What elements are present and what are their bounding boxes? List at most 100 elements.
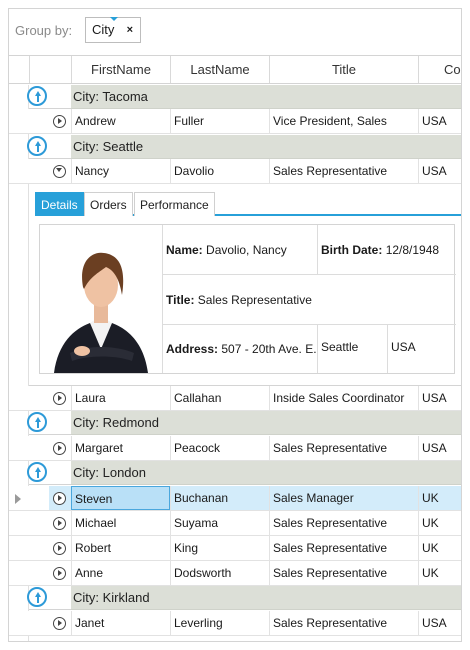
group-row-seattle[interactable]: City: Seattle (9, 135, 461, 159)
expand-cell[interactable] (49, 486, 71, 510)
cell-lastname[interactable]: Fuller (170, 109, 269, 133)
expand-cell[interactable] (49, 386, 71, 410)
group-chip-city[interactable]: City × (85, 17, 141, 43)
group-row-london[interactable]: City: London (9, 461, 461, 485)
birth-date-value: 12/8/1948 (385, 243, 440, 257)
expand-cell[interactable] (49, 159, 71, 183)
column-header-title[interactable]: Title (269, 56, 418, 83)
cell-title[interactable]: Sales Representative (269, 159, 418, 183)
cell-firstname[interactable]: Michael (71, 511, 170, 535)
name-label: Name: (166, 243, 203, 257)
cell-firstname[interactable]: Margaret (71, 436, 170, 460)
title-field: Title: Sales Representative (162, 275, 456, 325)
collapse-group-icon[interactable] (27, 136, 47, 156)
expand-cell[interactable] (49, 611, 71, 635)
table-row[interactable]: Robert King Sales Representative UK (9, 536, 461, 561)
cell-title[interactable]: Sales Representative (269, 511, 418, 535)
cell-firstname[interactable]: Nancy (71, 159, 170, 183)
collapse-row-icon[interactable] (53, 165, 66, 178)
cell-lastname[interactable]: Callahan (170, 386, 269, 410)
collapse-group-icon[interactable] (27, 587, 47, 607)
expand-row-icon[interactable] (53, 542, 66, 555)
expand-row-icon[interactable] (53, 392, 66, 405)
cell-firstname[interactable]: Janet (71, 611, 170, 635)
country-field: USA (387, 325, 456, 373)
table-row[interactable]: Anne Dodsworth Sales Representative UK (9, 561, 461, 586)
cell-firstname[interactable]: Anne (71, 561, 170, 585)
group-row-kirkland[interactable]: City: Kirkland (9, 586, 461, 610)
sort-descending-icon (110, 17, 118, 21)
cell-country[interactable]: UK (418, 536, 461, 560)
cell-firstname[interactable]: Robert (71, 536, 170, 560)
title-label: Title: (166, 293, 195, 307)
cell-title[interactable]: Sales Manager (269, 486, 418, 510)
expand-row-icon[interactable] (53, 442, 66, 455)
cell-firstname[interactable]: Andrew (71, 109, 170, 133)
table-row[interactable]: Janet Leverling Sales Representative USA (9, 611, 461, 636)
tab-performance[interactable]: Performance (134, 192, 215, 216)
name-field: Name: Davolio, Nancy (162, 225, 317, 275)
cell-lastname[interactable]: Davolio (170, 159, 269, 183)
expand-cell[interactable] (49, 436, 71, 460)
table-row[interactable]: Andrew Fuller Vice President, Sales USA (9, 109, 461, 134)
cell-title[interactable]: Inside Sales Coordinator (269, 386, 418, 410)
table-row[interactable]: Nancy Davolio Sales Representative USA (9, 159, 461, 184)
group-row-redmond[interactable]: City: Redmond (9, 411, 461, 435)
table-row[interactable]: Laura Callahan Inside Sales Coordinator … (9, 386, 461, 411)
cell-country[interactable]: USA (418, 386, 461, 410)
cell-lastname[interactable]: Leverling (170, 611, 269, 635)
column-header-lastname[interactable]: LastName (170, 56, 269, 83)
cell-title[interactable]: Sales Representative (269, 561, 418, 585)
cell-title[interactable]: Sales Representative (269, 611, 418, 635)
current-row-indicator-icon (15, 494, 21, 504)
table-row[interactable]: Margaret Peacock Sales Representative US… (9, 436, 461, 461)
row-details-panel: Details Orders Performance Name: Davolio… (29, 186, 461, 386)
column-header-firstname[interactable]: FirstName (71, 56, 170, 83)
cell-firstname[interactable]: Steven (71, 486, 170, 510)
cell-lastname[interactable]: King (170, 536, 269, 560)
cell-title[interactable]: Sales Representative (269, 536, 418, 560)
cell-lastname[interactable]: Dodsworth (170, 561, 269, 585)
expand-cell[interactable] (49, 561, 71, 585)
expand-row-icon[interactable] (53, 517, 66, 530)
group-label: City: Tacoma (73, 89, 148, 104)
tab-orders[interactable]: Orders (84, 192, 133, 216)
table-row[interactable]: Michael Suyama Sales Representative UK (9, 511, 461, 536)
table-row-selected[interactable]: Steven Buchanan Sales Manager UK (9, 486, 461, 511)
tab-details[interactable]: Details (35, 192, 84, 216)
collapse-group-icon[interactable] (27, 462, 47, 482)
employee-photo (40, 225, 162, 373)
cell-country[interactable]: UK (418, 486, 461, 510)
collapse-group-icon[interactable] (27, 86, 47, 106)
header-indicator-cell (9, 56, 29, 83)
title-value: Sales Representative (197, 293, 312, 307)
close-icon[interactable]: × (127, 18, 133, 42)
cell-title[interactable]: Sales Representative (269, 436, 418, 460)
expand-row-icon[interactable] (53, 567, 66, 580)
collapse-group-icon[interactable] (27, 412, 47, 432)
cell-country[interactable]: USA (418, 159, 461, 183)
group-label: City: Seattle (73, 139, 144, 154)
cell-firstname[interactable]: Laura (71, 386, 170, 410)
cell-country[interactable]: USA (418, 109, 461, 133)
expand-cell[interactable] (49, 109, 71, 133)
cell-country[interactable]: USA (418, 611, 461, 635)
expand-row-icon[interactable] (53, 115, 66, 128)
expand-row-icon[interactable] (53, 617, 66, 630)
expand-cell[interactable] (49, 536, 71, 560)
cell-lastname[interactable]: Buchanan (170, 486, 269, 510)
cell-lastname[interactable]: Peacock (170, 436, 269, 460)
cell-country[interactable]: UK (418, 511, 461, 535)
cell-title[interactable]: Vice President, Sales (269, 109, 418, 133)
group-label: City: London (73, 465, 146, 480)
cell-country[interactable]: USA (418, 436, 461, 460)
cell-lastname[interactable]: Suyama (170, 511, 269, 535)
group-band: City: Redmond (71, 411, 461, 435)
group-band: City: Seattle (71, 135, 461, 159)
group-label: City: Redmond (73, 415, 159, 430)
expand-row-icon[interactable] (53, 492, 66, 505)
expand-cell[interactable] (49, 511, 71, 535)
group-row-tacoma[interactable]: City: Tacoma (9, 85, 461, 109)
column-header-country[interactable]: Country (418, 56, 461, 83)
cell-country[interactable]: UK (418, 561, 461, 585)
